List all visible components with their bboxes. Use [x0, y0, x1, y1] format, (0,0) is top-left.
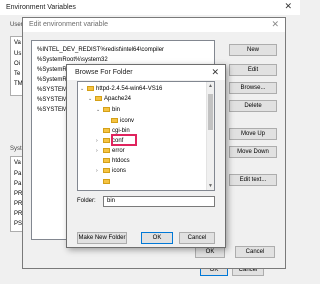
edit-text-button[interactable]: Edit text...	[229, 174, 277, 186]
folder-icon	[111, 118, 118, 123]
edit-button[interactable]: Edit	[229, 64, 277, 76]
scroll-down-arrow-icon[interactable]: ▼	[208, 183, 213, 189]
window-title: Environment Variables	[6, 4, 76, 11]
folder-icon	[103, 148, 110, 153]
folder-input[interactable]: bin	[103, 196, 215, 207]
browse-button[interactable]: Browse...	[229, 82, 277, 94]
list-item[interactable]: %INTEL_DEV_REDIST%redist\intel64\compile…	[37, 45, 164, 55]
make-new-folder-button[interactable]: Make New Folder	[77, 232, 127, 244]
left-letter: Va	[14, 40, 21, 46]
left-letter: Us	[14, 51, 22, 57]
expand-chevron-icon[interactable]: ⌄	[88, 95, 95, 104]
tree-item[interactable]: ⌄ Apache24	[88, 95, 131, 104]
selection-highlight	[111, 134, 137, 146]
move-up-button[interactable]: Move Up	[229, 128, 277, 140]
close-icon[interactable]: ✕	[284, 1, 292, 11]
move-down-button[interactable]: Move Down	[229, 146, 277, 158]
tree-scrollbar[interactable]: ▲ ▼	[206, 82, 214, 190]
tree-item[interactable]: htdocs	[96, 157, 130, 166]
browse-for-folder-dialog: Browse For Folder ✕ ⌄ httpd-2.4.54-win64-…	[66, 64, 226, 248]
left-letter: Oi	[14, 61, 20, 67]
folder-icon	[103, 168, 110, 173]
close-icon[interactable]: ✕	[211, 67, 219, 77]
folder-icon	[103, 179, 110, 184]
title-bar: Environment Variables ✕	[0, 0, 300, 15]
scrollbar-thumb[interactable]	[208, 94, 213, 130]
new-button[interactable]: New	[229, 44, 277, 56]
tree-item[interactable]: ⌄ httpd-2.4.54-win64-VS16	[80, 85, 162, 94]
left-letter: Pa	[14, 181, 22, 187]
user-group-label: User	[10, 22, 23, 28]
dialog-title: Browse For Folder	[75, 69, 133, 76]
window-title: Edit environment variable	[29, 21, 108, 28]
delete-button[interactable]: Delete	[229, 100, 277, 112]
tree-item[interactable]: › error	[96, 147, 125, 156]
expand-arrow-icon[interactable]: ›	[96, 147, 103, 156]
title-bar: Browse For Folder ✕	[67, 65, 225, 80]
folder-icon	[103, 107, 110, 112]
browse-ok-button[interactable]: OK	[141, 232, 173, 244]
tree-item-label: bin	[112, 107, 121, 113]
folder-label: Folder:	[77, 198, 96, 204]
left-letter: Te	[14, 71, 21, 77]
left-letter: Va	[14, 160, 21, 166]
expand-arrow-icon[interactable]: ›	[96, 167, 103, 176]
folder-icon	[103, 128, 110, 133]
tree-item[interactable]	[96, 178, 112, 187]
folder-icon	[87, 86, 94, 91]
scroll-up-arrow-icon[interactable]: ▲	[208, 83, 213, 89]
tree-item-label: htdocs	[112, 158, 130, 164]
tree-item-label: iconv	[120, 118, 135, 124]
tree-item-label: httpd-2.4.54-win64-VS16	[96, 86, 163, 92]
expand-chevron-icon[interactable]: ⌄	[96, 106, 103, 115]
folder-icon	[95, 96, 102, 101]
left-letter: Pa	[14, 171, 22, 177]
close-icon[interactable]: ✕	[271, 19, 279, 29]
title-bar: Edit environment variable ✕	[23, 18, 285, 32]
left-letter: PS	[14, 221, 23, 227]
folder-tree[interactable]: ⌄ httpd-2.4.54-win64-VS16 ⌄ Apache24 ⌄ bin …	[77, 81, 215, 191]
expand-chevron-icon[interactable]: ⌄	[80, 85, 87, 94]
tree-item[interactable]: iconv	[104, 117, 134, 126]
edit-cancel-button[interactable]: Cancel	[235, 246, 275, 258]
tree-item-label: Apache24	[104, 96, 132, 102]
tree-item-label: icons	[112, 168, 127, 174]
tree-item-label: error	[112, 148, 125, 154]
tree-item-selected[interactable]: ⌄ bin	[96, 106, 120, 115]
tree-item[interactable]: › icons	[96, 167, 126, 176]
folder-icon	[103, 158, 110, 163]
expand-arrow-icon[interactable]: ›	[96, 137, 103, 146]
browse-cancel-button[interactable]: Cancel	[179, 232, 215, 244]
folder-icon	[103, 138, 110, 143]
